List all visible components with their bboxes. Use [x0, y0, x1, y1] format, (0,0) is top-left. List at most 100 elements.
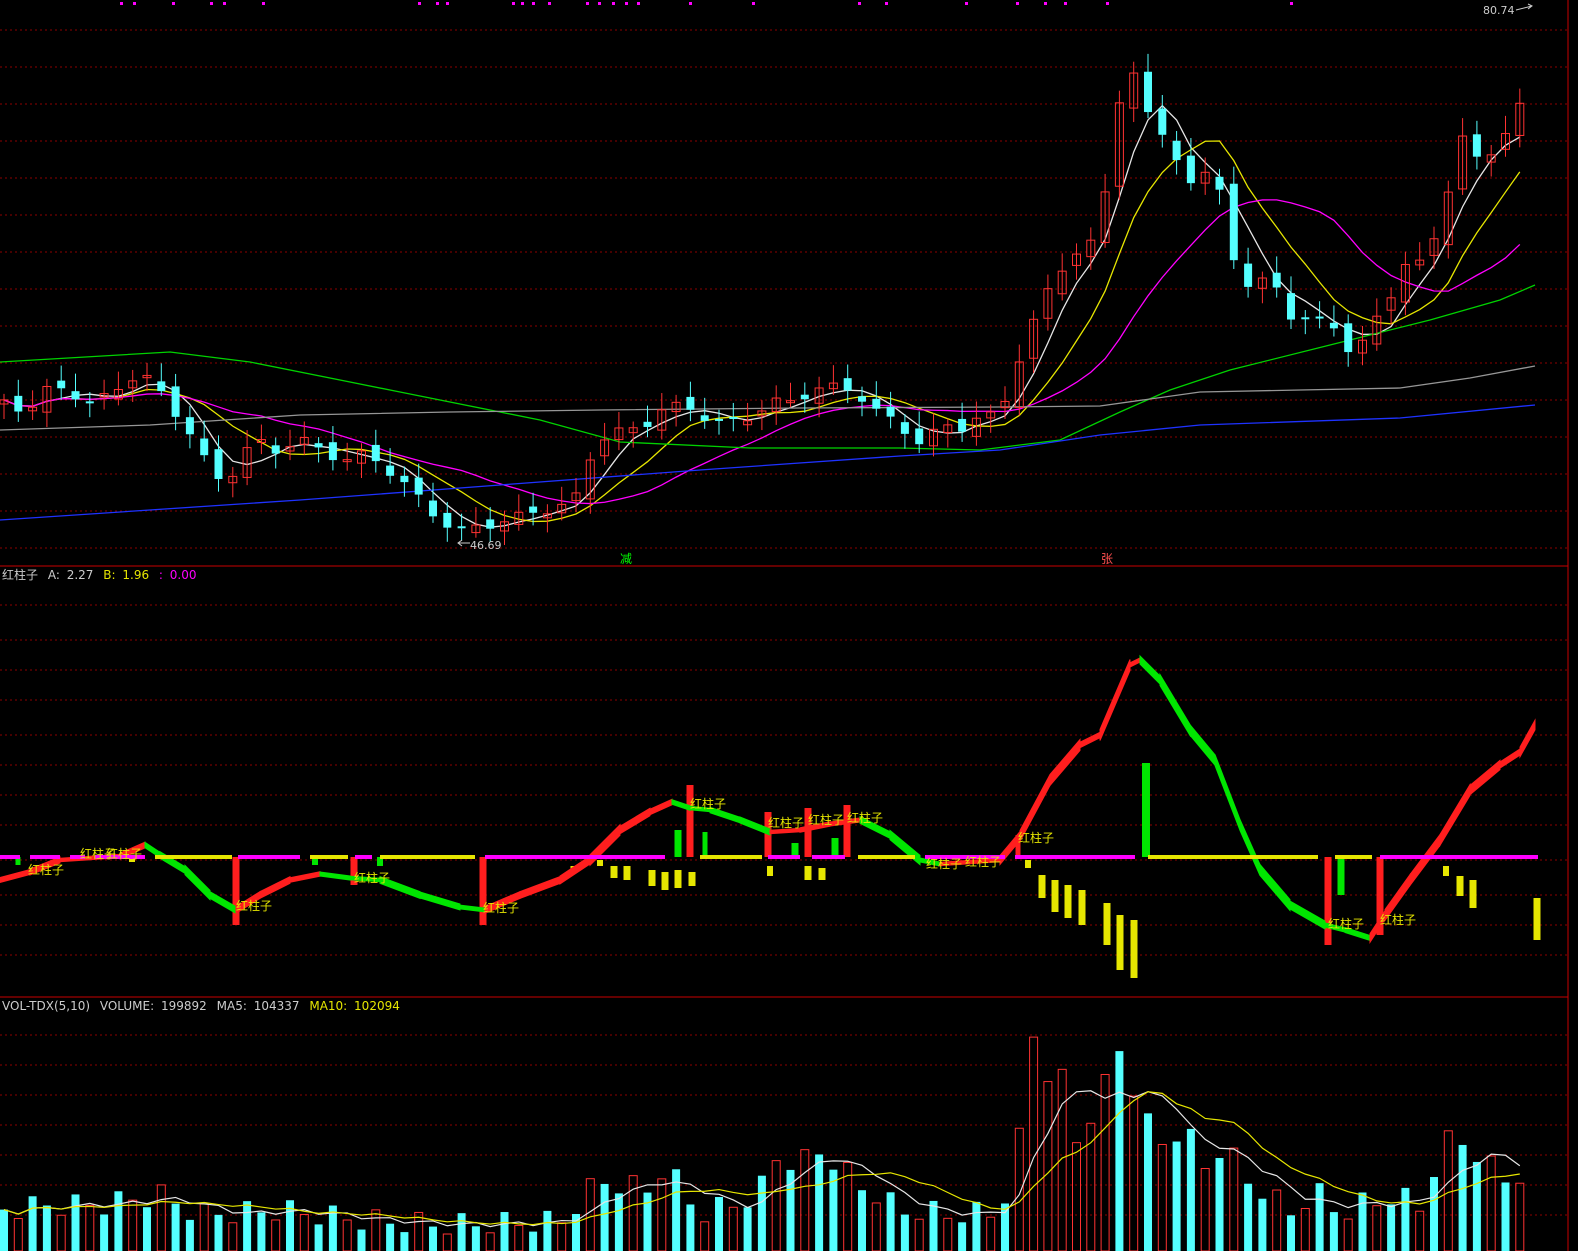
candle-down — [1186, 155, 1195, 184]
volume-bar-down — [214, 1214, 223, 1251]
ma5-label: MA5: — [217, 999, 247, 1013]
volume-bar-down — [958, 1222, 967, 1251]
indicator-marker-label: 红柱子 — [808, 812, 844, 827]
volume-bar-up — [628, 1175, 638, 1251]
candle-down — [872, 398, 881, 409]
indicator-c-label: : — [159, 568, 163, 582]
volume-bar-down — [543, 1210, 552, 1251]
candle-down — [171, 386, 180, 417]
candle-down — [1344, 323, 1353, 353]
volume-bar-down — [1186, 1128, 1195, 1251]
indicator-name: 红柱子 — [2, 567, 38, 582]
event-dot — [210, 2, 213, 5]
indicator-marker-label: 红柱子 — [1018, 830, 1054, 845]
indicator-ribbon — [0, 654, 1536, 945]
candle-down — [1158, 108, 1167, 135]
volume-label: VOLUME: — [100, 999, 154, 1013]
candle-down — [214, 449, 223, 479]
ribbon-segment — [319, 871, 351, 881]
volume-bar-up — [728, 1206, 738, 1251]
ma-green-line — [0, 284, 1536, 451]
indicator-panel[interactable]: 红柱子 A: 2.27 B: 1.96 : 0.00 红柱子红柱子红柱子红柱子红… — [0, 567, 1541, 978]
ribbon-segment — [619, 807, 651, 835]
indicator-bar — [818, 868, 826, 880]
candle-down — [729, 416, 738, 419]
ribbon-segment — [1239, 819, 1261, 876]
indicator-marker-label: 红柱子 — [106, 846, 142, 861]
indicator-marker-label: 红柱子 — [847, 810, 883, 825]
candle-down — [1315, 316, 1324, 319]
volume-bar-up — [1272, 1189, 1282, 1251]
volume-bar-up — [13, 1218, 23, 1251]
ribbon-segment — [159, 850, 186, 875]
volume-bar-up — [771, 1160, 781, 1251]
event-dot — [885, 2, 888, 5]
volume-bar-up — [1229, 1147, 1239, 1251]
volume-bar-up — [442, 1233, 452, 1251]
indicator-bar — [1103, 903, 1111, 945]
indicator-marker-label: 红柱子 — [768, 815, 804, 830]
event-dot — [858, 2, 861, 5]
grid-lines — [0, 0, 1569, 1251]
candle-down — [1144, 71, 1152, 113]
high-price-label: 80.74 — [1483, 4, 1515, 17]
volume-bar-up — [557, 1222, 567, 1251]
stock-chart[interactable]: 80.74 46.69 减 张 红柱子 A: 2.27 B: 1.96 : 0.… — [0, 0, 1578, 1251]
indicator-bar — [1324, 857, 1332, 945]
candle-down — [271, 445, 280, 454]
ribbon-segment — [1214, 754, 1241, 831]
volume-bar-up — [914, 1218, 924, 1251]
volume-bar-up — [1443, 1130, 1453, 1251]
volume-bar-down — [1287, 1215, 1295, 1251]
indicator-bar — [1443, 866, 1449, 876]
volume-bar-up — [85, 1204, 95, 1251]
volume-bar-up — [1029, 1036, 1039, 1251]
candle-down — [386, 465, 395, 476]
indicator-bar — [648, 870, 656, 886]
candle-down — [886, 406, 895, 417]
signal-zhang: 张 — [1101, 552, 1113, 566]
candle-down — [915, 428, 924, 445]
indicator-bar — [1025, 860, 1031, 868]
candle-down — [328, 442, 337, 461]
event-dot — [1016, 2, 1019, 5]
volume-bars[interactable] — [0, 1036, 1525, 1251]
volume-bar-down — [1358, 1192, 1367, 1251]
price-panel[interactable]: 80.74 46.69 减 张 — [0, 3, 1536, 566]
indicator-bar — [767, 866, 773, 876]
indicator-a-label: A: — [48, 568, 60, 582]
event-dot — [1106, 2, 1109, 5]
volume-bar-down — [1315, 1183, 1324, 1251]
indicator-bar — [232, 857, 240, 925]
indicator-header: 红柱子 A: 2.27 B: 1.96 : 0.00 — [2, 567, 197, 582]
volume-bar-down — [1144, 1113, 1152, 1251]
candlesticks[interactable] — [0, 53, 1525, 546]
volume-bar-down — [471, 1226, 480, 1251]
high-arrow-icon — [1515, 3, 1533, 11]
volume-bar-down — [1172, 1141, 1181, 1251]
candle-down — [71, 391, 80, 400]
ma10-value: 102094 — [354, 999, 400, 1013]
volume-bar-down — [1430, 1177, 1438, 1251]
volume-bar-down — [1387, 1204, 1396, 1251]
candle-down — [486, 519, 495, 529]
volume-bar-up — [1100, 1073, 1110, 1251]
volume-bar-down — [0, 1209, 8, 1251]
candle-down — [1301, 317, 1310, 320]
signal-jian: 减 — [620, 552, 632, 566]
low-price-label: 46.69 — [470, 539, 502, 552]
ma-gray-line — [0, 365, 1536, 431]
indicator-marker-label: 红柱子 — [483, 900, 519, 915]
indicator-bar — [610, 866, 618, 878]
indicator-bar — [661, 872, 669, 890]
event-dot — [965, 2, 968, 5]
volume-bar-up — [228, 1222, 238, 1251]
candle-down — [715, 418, 723, 421]
candle-down — [57, 380, 66, 389]
volume-bar-down — [529, 1231, 538, 1251]
event-dot — [436, 2, 439, 5]
candle-down — [1215, 176, 1224, 190]
volume-bar-up — [342, 1219, 352, 1251]
event-dot — [1064, 2, 1067, 5]
indicator-bar — [623, 866, 631, 880]
